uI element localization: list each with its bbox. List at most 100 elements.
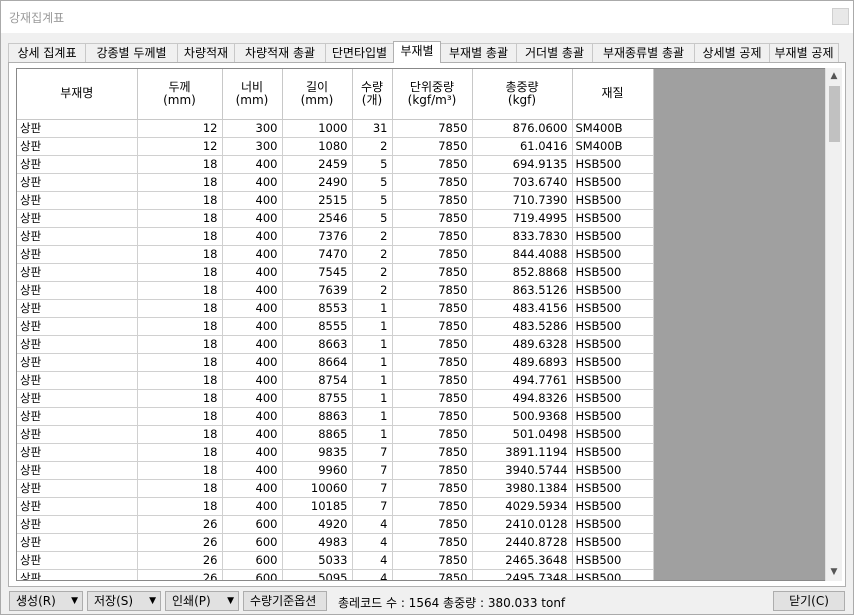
column-header[interactable]: 너비 (mm)	[222, 69, 283, 120]
tab-8[interactable]: 부재종류별 총괄	[592, 43, 695, 63]
app-window: 강재집계표 상세 집계표 강종별 두께별 차량적재 차량적재 총괄 단면타입별 부재별 부재…	[0, 0, 854, 615]
table-row[interactable]: 상판 18 400 9960 7 7850 3940.5744 HSB500	[17, 461, 654, 480]
table-cell: 7850	[392, 479, 473, 498]
table-cell: SM400B	[572, 137, 654, 156]
table-cell: 7850	[392, 137, 473, 156]
table-cell: 상판	[17, 479, 138, 498]
table-cell: 3940.5744	[472, 461, 573, 480]
table-cell: 26	[137, 515, 223, 534]
table-cell: 2459	[282, 155, 353, 174]
save-button[interactable]: 저장(S) ▼	[87, 591, 161, 611]
table-row[interactable]: 상판 18 400 8863 1 7850 500.9368 HSB500	[17, 407, 654, 426]
table-cell: 2	[352, 227, 393, 246]
column-header[interactable]: 두께 (mm)	[137, 69, 223, 120]
table-cell: 400	[222, 263, 283, 282]
column-header[interactable]: 길이 (mm)	[282, 69, 353, 120]
table-cell: 7850	[392, 227, 473, 246]
table-cell: 4	[352, 515, 393, 534]
tab-7[interactable]: 거더별 총괄	[516, 43, 593, 63]
grid-area: 부재명 두께 (mm) 너비 (mm) 길이 (mm) 수량 (개) 단위중량 (kgf/m³) 총중…	[16, 68, 832, 581]
table-row[interactable]: 상판 18 400 2515 5 7850 710.7390 HSB500	[17, 191, 654, 210]
table-cell: HSB500	[572, 515, 654, 534]
scroll-thumb[interactable]	[829, 86, 840, 142]
tab-9[interactable]: 상세별 공제	[694, 43, 770, 63]
column-header[interactable]: 총중량 (kgf)	[472, 69, 573, 120]
table-cell: 4029.5934	[472, 497, 573, 516]
table-cell: 18	[137, 317, 223, 336]
tab-5[interactable]: 부재별	[393, 41, 441, 63]
column-header[interactable]: 재질	[572, 69, 654, 120]
table-cell: 2495.7348	[472, 569, 573, 580]
table-row[interactable]: 상판 18 400 7639 2 7850 863.5126 HSB500	[17, 281, 654, 300]
table-row[interactable]: 상판 26 600 5095 4 7850 2495.7348 HSB500	[17, 569, 654, 580]
scroll-up-icon[interactable]: ▲	[826, 68, 842, 85]
table-cell: 7850	[392, 245, 473, 264]
table-row[interactable]: 상판 12 300 1000 31 7850 876.0600 SM400B	[17, 119, 654, 138]
table-row[interactable]: 상판 18 400 2459 5 7850 694.9135 HSB500	[17, 155, 654, 174]
table-cell: 694.9135	[472, 155, 573, 174]
tab-6[interactable]: 부재별 총괄	[440, 43, 517, 63]
table-row[interactable]: 상판 18 400 8664 1 7850 489.6893 HSB500	[17, 353, 654, 372]
close-window-button[interactable]	[832, 8, 849, 25]
table-row[interactable]: 상판 18 400 8754 1 7850 494.7761 HSB500	[17, 371, 654, 390]
table-row[interactable]: 상판 18 400 2546 5 7850 719.4995 HSB500	[17, 209, 654, 228]
table-cell: 7850	[392, 461, 473, 480]
table-row[interactable]: 상판 26 600 4983 4 7850 2440.8728 HSB500	[17, 533, 654, 552]
table-cell: 300	[222, 119, 283, 138]
column-header[interactable]: 수량 (개)	[352, 69, 393, 120]
table-cell: 7	[352, 479, 393, 498]
table-row[interactable]: 상판 18 400 7376 2 7850 833.7830 HSB500	[17, 227, 654, 246]
tab-0[interactable]: 상세 집계표	[8, 43, 86, 63]
data-grid[interactable]: 부재명 두께 (mm) 너비 (mm) 길이 (mm) 수량 (개) 단위중량 (kgf/m³) 총중…	[17, 69, 654, 580]
table-row[interactable]: 상판 26 600 4920 4 7850 2410.0128 HSB500	[17, 515, 654, 534]
close-button[interactable]: 닫기(C)	[773, 591, 845, 611]
table-cell: 8664	[282, 353, 353, 372]
table-cell: HSB500	[572, 389, 654, 408]
table-row[interactable]: 상판 18 400 7545 2 7850 852.8868 HSB500	[17, 263, 654, 282]
tab-1[interactable]: 강종별 두께별	[85, 43, 178, 63]
vertical-scrollbar[interactable]: ▲ ▼	[825, 68, 842, 581]
table-cell: 483.4156	[472, 299, 573, 318]
tab-2[interactable]: 차량적재	[177, 43, 235, 63]
table-cell: 18	[137, 173, 223, 192]
table-row[interactable]: 상판 18 400 8553 1 7850 483.4156 HSB500	[17, 299, 654, 318]
table-cell: 7850	[392, 551, 473, 570]
table-cell: 상판	[17, 317, 138, 336]
table-cell: 상판	[17, 209, 138, 228]
table-row[interactable]: 상판 12 300 1080 2 7850 61.0416 SM400B	[17, 137, 654, 156]
table-cell: 400	[222, 461, 283, 480]
table-row[interactable]: 상판 18 400 9835 7 7850 3891.1194 HSB500	[17, 443, 654, 462]
table-cell: 400	[222, 209, 283, 228]
column-header[interactable]: 단위중량 (kgf/m³)	[392, 69, 473, 120]
print-button[interactable]: 인쇄(P) ▼	[165, 591, 239, 611]
table-cell: 18	[137, 425, 223, 444]
table-cell: HSB500	[572, 317, 654, 336]
table-cell: 2	[352, 263, 393, 282]
table-row[interactable]: 상판 18 400 10185 7 7850 4029.5934 HSB500	[17, 497, 654, 516]
tab-10[interactable]: 부재별 공제	[769, 43, 839, 63]
table-row[interactable]: 상판 18 400 8555 1 7850 483.5286 HSB500	[17, 317, 654, 336]
table-cell: 2515	[282, 191, 353, 210]
tab-3[interactable]: 차량적재 총괄	[234, 43, 326, 63]
generate-button[interactable]: 생성(R) ▼	[9, 591, 83, 611]
table-row[interactable]: 상판 18 400 8755 1 7850 494.8326 HSB500	[17, 389, 654, 408]
status-text: 총레코드 수 : 1564 총중량 : 380.033 tonf	[338, 596, 566, 610]
table-row[interactable]: 상판 18 400 7470 2 7850 844.4088 HSB500	[17, 245, 654, 264]
table-cell: HSB500	[572, 371, 654, 390]
table-cell: 7850	[392, 119, 473, 138]
table-row[interactable]: 상판 18 400 2490 5 7850 703.6740 HSB500	[17, 173, 654, 192]
column-header-label: 수량	[360, 79, 384, 94]
table-row[interactable]: 상판 18 400 8865 1 7850 501.0498 HSB500	[17, 425, 654, 444]
table-cell: HSB500	[572, 227, 654, 246]
table-row[interactable]: 상판 18 400 10060 7 7850 3980.1384 HSB500	[17, 479, 654, 498]
table-row[interactable]: 상판 18 400 8663 1 7850 489.6328 HSB500	[17, 335, 654, 354]
table-cell: 400	[222, 155, 283, 174]
column-header[interactable]: 부재명	[17, 69, 138, 120]
scroll-down-icon[interactable]: ▼	[826, 564, 842, 581]
qty-option-button[interactable]: 수량기준옵션	[243, 591, 327, 611]
table-cell: 상판	[17, 551, 138, 570]
table-cell: 7850	[392, 443, 473, 462]
table-cell: 7	[352, 497, 393, 516]
table-row[interactable]: 상판 26 600 5033 4 7850 2465.3648 HSB500	[17, 551, 654, 570]
tab-4[interactable]: 단면타입별	[325, 43, 394, 63]
